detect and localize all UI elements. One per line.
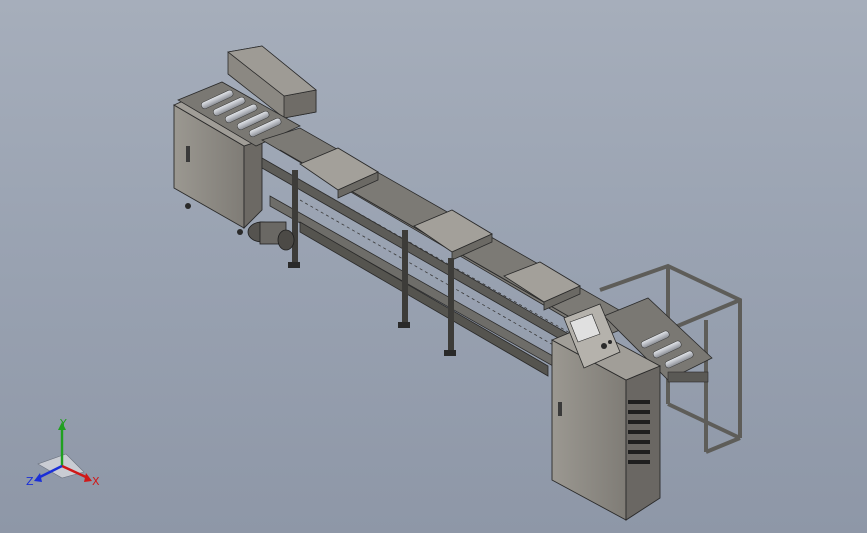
x-axis-label: X [92,475,100,488]
conveyor-assembly-model[interactable] [0,0,867,533]
motor-unit[interactable] [247,221,295,251]
coordinate-triad: Y X Z [26,417,106,490]
cad-viewport[interactable]: Y X Z [0,0,867,533]
y-axis-label: Y [60,417,67,430]
z-axis-label: Z [26,475,34,488]
